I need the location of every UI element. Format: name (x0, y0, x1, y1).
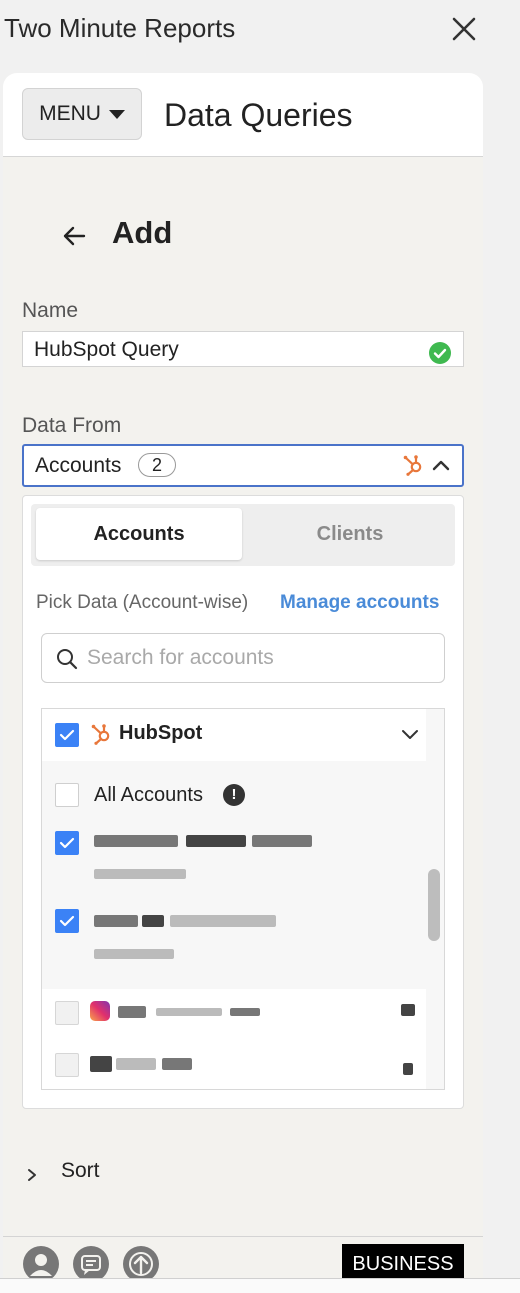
menu-label: MENU (39, 102, 101, 125)
chevron-down-icon[interactable] (399, 723, 421, 745)
panel-header: MENU Data Queries (3, 73, 483, 157)
chevron-right-icon (28, 1169, 36, 1181)
manage-accounts-link[interactable]: Manage accounts (280, 592, 439, 614)
account-list: HubSpot All Accounts ! (41, 708, 445, 1090)
sidebar-panel: MENU Data Queries Add Name Data From Acc… (3, 73, 483, 1292)
account-checkbox[interactable] (55, 831, 79, 855)
page-title: Data Queries (164, 97, 353, 133)
pick-data-label: Pick Data (Account-wise) (36, 592, 249, 613)
check-circle-icon (429, 342, 451, 364)
tab-bar: Accounts Clients (31, 504, 455, 566)
section-title: Add (112, 215, 173, 250)
chevron-up-icon (432, 460, 450, 471)
data-from-select[interactable]: Accounts 2 (22, 444, 464, 487)
app-title: Two Minute Reports (4, 13, 236, 43)
account-checkbox[interactable] (55, 909, 79, 933)
data-from-dropdown: Accounts Clients Pick Data (Account-wise… (22, 495, 464, 1109)
data-from-label: Data From (22, 414, 122, 437)
menu-button[interactable]: MENU (22, 88, 142, 140)
name-label: Name (22, 299, 79, 322)
close-button[interactable] (446, 12, 482, 48)
list-scrollbar[interactable] (428, 869, 440, 941)
close-icon (452, 17, 476, 41)
selected-count-badge: 2 (138, 453, 176, 477)
hubspot-logo-icon (91, 724, 110, 745)
name-field[interactable] (22, 331, 464, 367)
all-accounts-label: All Accounts (94, 784, 203, 806)
account-checkbox[interactable] (55, 1053, 79, 1077)
instagram-logo-icon (90, 1001, 110, 1021)
group-checkbox[interactable] (55, 723, 79, 747)
caret-down-icon (108, 109, 125, 119)
search-input[interactable] (87, 645, 427, 671)
hubspot-icon (403, 455, 422, 476)
info-icon[interactable]: ! (223, 784, 245, 806)
arrow-left-icon (63, 226, 86, 246)
tab-clients[interactable]: Clients (247, 508, 453, 560)
group-label: HubSpot (119, 722, 203, 744)
data-from-value: Accounts (35, 454, 122, 477)
name-input[interactable] (34, 337, 414, 363)
all-accounts-checkbox[interactable] (55, 783, 79, 807)
group-header-hubspot[interactable]: HubSpot (42, 709, 426, 761)
sort-section-toggle[interactable]: Sort (21, 1157, 221, 1191)
window-edge (483, 0, 520, 1292)
title-bar: Two Minute Reports (0, 0, 520, 62)
window-bottom-edge (0, 1278, 520, 1293)
account-checkbox[interactable] (55, 1001, 79, 1025)
search-icon (57, 649, 78, 670)
back-button[interactable] (61, 223, 87, 249)
sort-label: Sort (61, 1159, 100, 1182)
tab-accounts[interactable]: Accounts (36, 508, 242, 560)
account-search[interactable] (41, 633, 445, 683)
